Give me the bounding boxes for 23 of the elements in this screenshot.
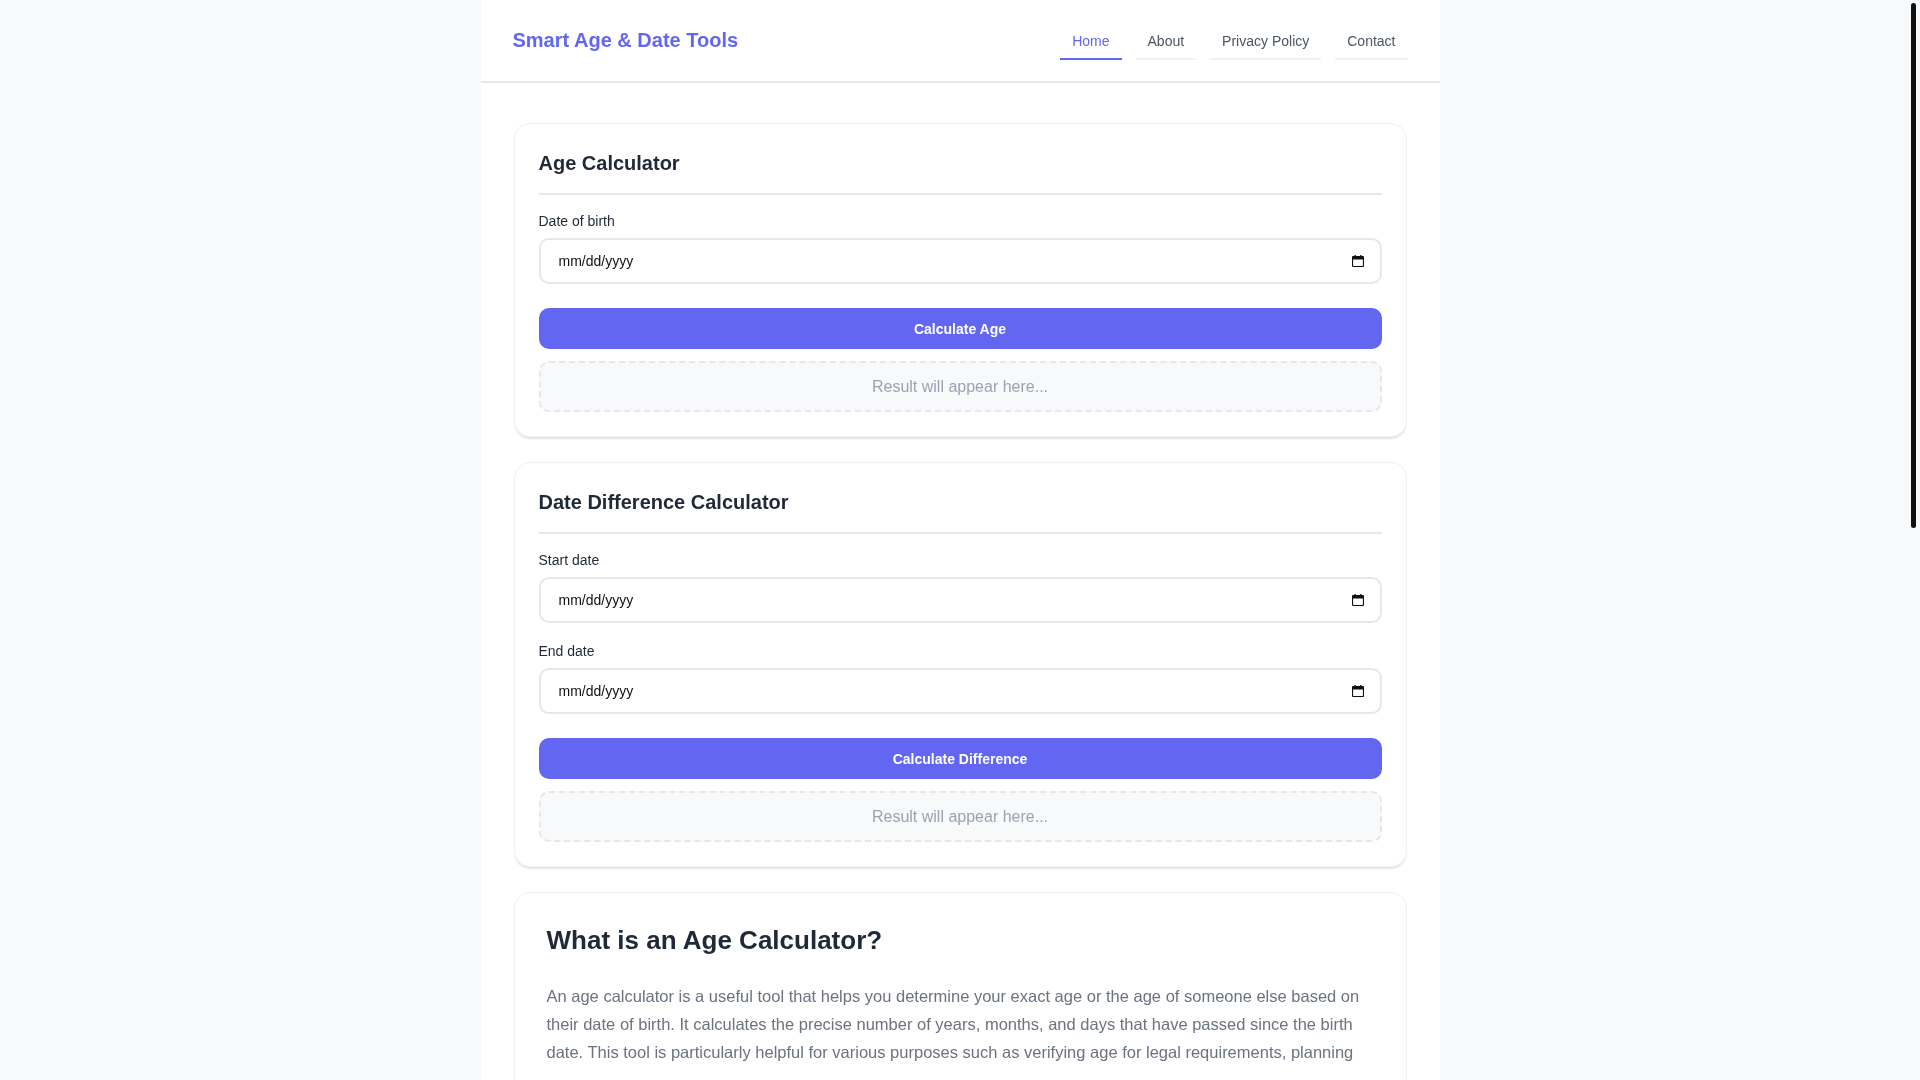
calendar-icon[interactable] xyxy=(1351,255,1364,267)
article-heading: What is an Age Calculator? xyxy=(546,925,884,956)
result-field: Result will appear here... xyxy=(538,361,1382,412)
card-title: Date Difference Calculator xyxy=(538,490,790,515)
calculate-button[interactable]: Calculate Age xyxy=(538,308,1382,349)
calendar-icon[interactable] xyxy=(1351,594,1364,606)
scrollbar-thumb[interactable] xyxy=(1911,3,1916,528)
field-label: Date of birth xyxy=(538,213,616,229)
date-input-field[interactable]: mm/dd/yyyy xyxy=(538,668,1382,714)
article-paragraph: An age calculator is a useful tool that helps you determine your exact age or the age of someone else based on their date of birth. It calculates the precise number of years, months, and days that have passed since the birth date. This tool is particularly helpful for various purposes such as verifying age for legal requirements, planning xyxy=(546,986,1361,1063)
field-label: Start date xyxy=(538,552,601,568)
nav-link[interactable]: Home xyxy=(1060,21,1122,60)
calendar-icon[interactable] xyxy=(1351,685,1364,697)
nav-link[interactable]: Contact xyxy=(1335,21,1408,60)
nav-link[interactable]: Privacy Policy xyxy=(1210,21,1322,60)
site-logo[interactable]: Smart Age & Date Tools xyxy=(512,29,739,52)
field-label: End date xyxy=(538,643,596,659)
date-input-field[interactable]: mm/dd/yyyy xyxy=(538,577,1382,623)
calculate-button[interactable]: Calculate Difference xyxy=(538,738,1382,779)
date-input-field[interactable]: mm/dd/yyyy xyxy=(538,238,1382,284)
card-title: Age Calculator xyxy=(538,151,681,176)
nav-link[interactable]: About xyxy=(1135,21,1197,60)
result-field: Result will appear here... xyxy=(538,791,1382,842)
